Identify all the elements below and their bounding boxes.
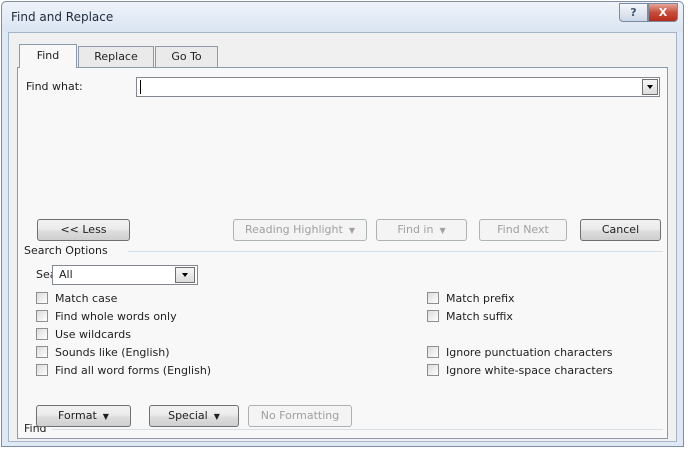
checkbox-box xyxy=(36,364,48,376)
special-button-label: Special xyxy=(168,409,208,422)
chevron-down-icon xyxy=(647,85,653,89)
reading-highlight-label: Reading Highlight xyxy=(245,223,343,236)
title-bar[interactable]: Find and Replace ? X xyxy=(2,2,683,32)
tab-go-to[interactable]: Go To xyxy=(155,46,218,67)
group-divider xyxy=(52,429,663,430)
checkbox-box xyxy=(36,346,48,358)
dialog-title: Find and Replace xyxy=(11,10,114,24)
tab-find[interactable]: Find xyxy=(19,44,77,68)
checkbox-box xyxy=(36,292,48,304)
search-direction-select[interactable]: All xyxy=(52,265,198,285)
format-button-label: Format xyxy=(58,409,97,422)
checkbox-label: Find all word forms (English) xyxy=(55,364,212,377)
dropdown-arrow-icon: ▼ xyxy=(213,412,220,421)
find-next-button[interactable]: Find Next xyxy=(479,219,567,241)
checkbox-box xyxy=(427,346,439,358)
less-button[interactable]: << Less xyxy=(37,219,130,241)
no-formatting-button[interactable]: No Formatting xyxy=(248,405,352,427)
dropdown-arrow-icon: ▼ xyxy=(439,226,446,235)
text-caret xyxy=(140,80,141,94)
find-replace-dialog: Find and Replace ? X Find Replace Go To … xyxy=(1,1,684,447)
checkbox-label: Match case xyxy=(55,292,118,305)
search-direction-value: All xyxy=(59,268,73,281)
find-tab-panel: Find what: << Less Reading Highlight ▼ Fi… xyxy=(17,67,668,439)
checkbox-box xyxy=(427,310,439,322)
find-what-dropdown-button[interactable] xyxy=(642,79,658,95)
find-in-button[interactable]: Find in ▼ xyxy=(376,219,467,241)
special-dropdown-button[interactable]: Special ▼ xyxy=(149,405,239,427)
checkbox-box xyxy=(36,328,48,340)
cancel-button[interactable]: Cancel xyxy=(580,219,661,241)
dialog-client-area: Find Replace Go To Find what: << Less Re… xyxy=(8,32,677,442)
tab-replace[interactable]: Replace xyxy=(78,46,154,67)
reading-highlight-button[interactable]: Reading Highlight ▼ xyxy=(233,219,367,241)
checkbox-box xyxy=(427,292,439,304)
checkbox-label: Find whole words only xyxy=(55,310,177,323)
checkbox-box xyxy=(36,310,48,322)
dropdown-arrow-icon: ▼ xyxy=(348,226,355,235)
checkbox-label: Sounds like (English) xyxy=(55,346,170,359)
checkbox-label: Ignore white-space characters xyxy=(446,364,613,377)
group-divider xyxy=(128,251,663,252)
find-what-label: Find what: xyxy=(26,80,83,93)
find-in-label: Find in xyxy=(397,223,434,236)
checkbox-label: Match prefix xyxy=(446,292,515,305)
close-button[interactable]: X xyxy=(648,3,678,22)
checkbox-box xyxy=(427,364,439,376)
checkbox-label: Use wildcards xyxy=(55,328,131,341)
checkbox-label: Ignore punctuation characters xyxy=(446,346,613,359)
help-button[interactable]: ? xyxy=(619,3,648,22)
search-direction-dropdown-button[interactable] xyxy=(175,267,195,283)
format-dropdown-button[interactable]: Format ▼ xyxy=(36,405,131,427)
find-what-input[interactable] xyxy=(136,77,660,97)
checkbox-label: Match suffix xyxy=(446,310,513,323)
chevron-down-icon xyxy=(182,273,188,277)
dropdown-arrow-icon: ▼ xyxy=(102,412,109,421)
search-options-heading: Search Options xyxy=(24,244,108,257)
